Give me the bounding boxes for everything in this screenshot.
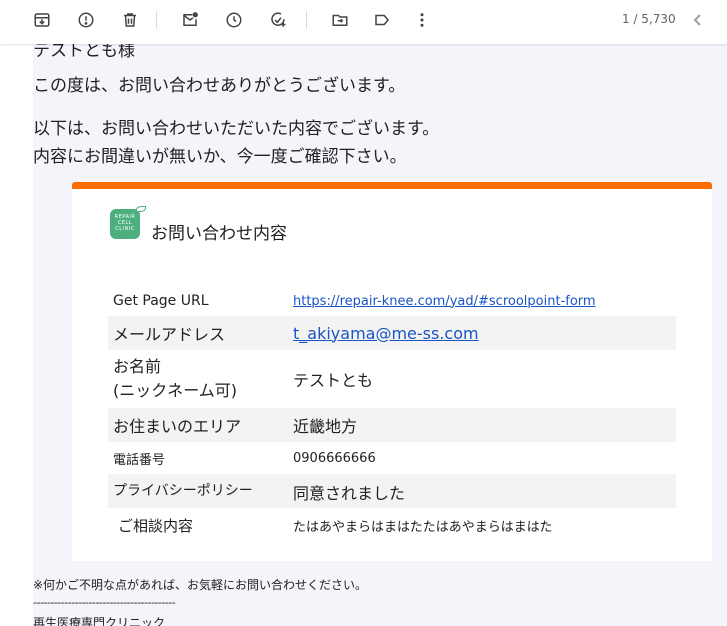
add-task-button[interactable] bbox=[264, 8, 292, 32]
snooze-button[interactable] bbox=[220, 8, 248, 32]
inquiry-card: REPAIR CELL CLINIC お問い合わせ内容 Get Page URL h… bbox=[72, 182, 712, 561]
table-row: 電話番号 0906666666 bbox=[108, 442, 676, 474]
clinic-name: 再生医療専門クリニック bbox=[33, 616, 166, 626]
greeting: テストとも様 bbox=[33, 44, 135, 61]
row-label-line: (ニックネーム可) bbox=[113, 381, 238, 400]
message-toolbar: 1 / 5,730 bbox=[0, 0, 727, 44]
newer-button[interactable] bbox=[690, 11, 706, 29]
more-options-button[interactable] bbox=[408, 8, 436, 32]
table-row: お住まいのエリア 近畿地方 bbox=[108, 408, 676, 442]
delete-button[interactable] bbox=[116, 8, 144, 32]
archive-button[interactable] bbox=[28, 8, 56, 32]
row-value: テストとも bbox=[293, 371, 374, 390]
row-label: Get Page URL bbox=[113, 293, 209, 309]
row-label: 電話番号 bbox=[113, 452, 166, 468]
row-label: お住まいのエリア bbox=[113, 417, 242, 436]
label-button[interactable] bbox=[368, 8, 396, 32]
row-value: たはあやまらはまはたたはあやまらはまはた bbox=[293, 519, 553, 535]
snooze-icon bbox=[226, 12, 242, 28]
report-spam-button[interactable] bbox=[72, 8, 100, 32]
table-row: メールアドレス t_akiyama@me-ss.com bbox=[108, 316, 676, 350]
chevron-left-icon bbox=[693, 14, 701, 26]
email-link[interactable]: t_akiyama@me-ss.com bbox=[293, 324, 676, 343]
toolbar-divider bbox=[306, 11, 307, 29]
archive-icon bbox=[34, 13, 50, 27]
row-label: メールアドレス bbox=[113, 325, 226, 344]
message-counter: 1 / 5,730 bbox=[622, 12, 676, 26]
confirm-line-2: 内容にお間違いが無いか、今一度ご確認下さい。 bbox=[33, 147, 407, 167]
delete-icon bbox=[124, 13, 136, 27]
footer-divider: ----------------------------------------… bbox=[33, 596, 176, 609]
toolbar-divider bbox=[156, 11, 157, 29]
row-value: 近畿地方 bbox=[293, 417, 358, 436]
report-spam-icon bbox=[78, 12, 94, 28]
add-task-icon bbox=[271, 12, 286, 27]
confirm-line-1: 以下は、お問い合わせいただいた内容でございます。 bbox=[33, 119, 440, 139]
mark-unread-icon bbox=[183, 12, 198, 26]
table-row: Get Page URL https://repair-knee.com/yad… bbox=[108, 287, 676, 315]
clinic-logo: REPAIR CELL CLINIC bbox=[110, 206, 146, 239]
card-title: お問い合わせ内容 bbox=[151, 224, 287, 244]
table-row: お名前 (ニックネーム可) テストとも bbox=[108, 350, 676, 408]
row-label: お名前 (ニックネーム可) bbox=[108, 355, 293, 403]
confirm-paragraph: 以下は、お問い合わせいただいた内容でございます。 内容にお間違いが無いか、今一度… bbox=[33, 115, 439, 171]
footer-note: ※何かご不明な点があれば、お気軽にお問い合わせください。 bbox=[33, 578, 368, 592]
more-icon bbox=[420, 13, 424, 27]
row-label: プライバシーポリシー bbox=[113, 483, 253, 499]
email-body: テストとも様 この度は、お問い合わせありがとうございます。 以下は、お問い合わせ… bbox=[33, 44, 727, 626]
leaf-icon bbox=[136, 206, 146, 212]
mark-unread-button[interactable] bbox=[176, 8, 204, 32]
table-row: プライバシーポリシー 同意されました bbox=[108, 474, 676, 508]
table-row: ご相談内容 たはあやまらはまはたたはあやまらはまはた bbox=[108, 508, 676, 542]
label-icon bbox=[375, 14, 389, 26]
thanks-paragraph: この度は、お問い合わせありがとうございます。 bbox=[33, 76, 406, 96]
row-label-line: お名前 bbox=[113, 357, 162, 376]
move-to-icon bbox=[332, 14, 348, 26]
row-value: 0906666666 bbox=[293, 450, 376, 466]
url-link[interactable]: https://repair-knee.com/yad/#scroolpoint… bbox=[293, 294, 676, 309]
row-value: 同意されました bbox=[293, 484, 406, 503]
move-to-button[interactable] bbox=[326, 8, 354, 32]
row-label: ご相談内容 bbox=[118, 516, 194, 535]
